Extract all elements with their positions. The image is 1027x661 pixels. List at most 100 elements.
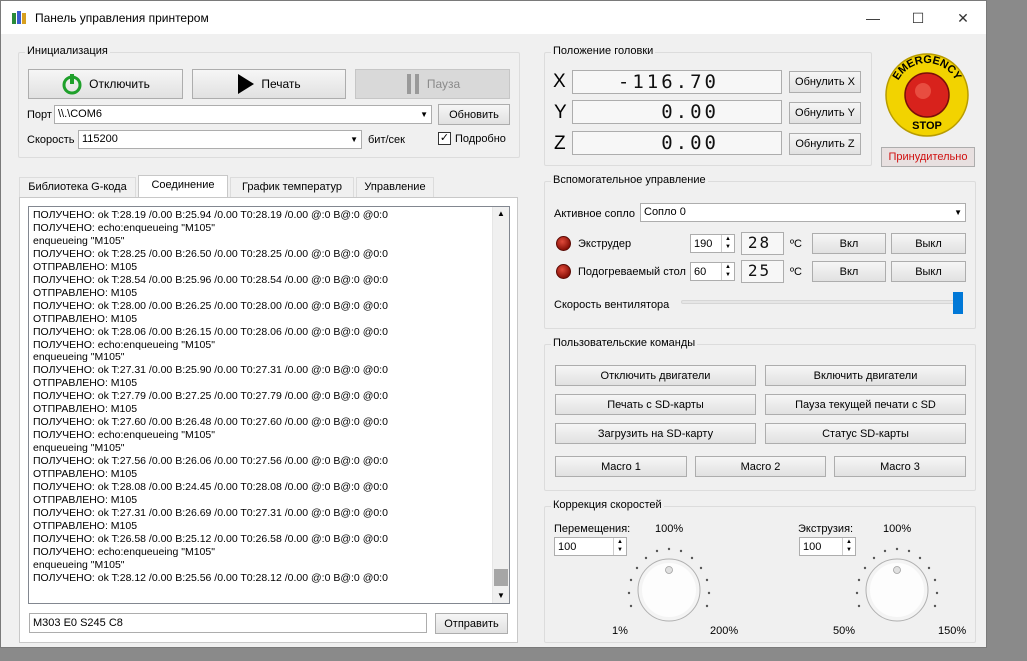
- move-speed-center-pct: 100%: [655, 523, 684, 535]
- scroll-down-icon[interactable]: ▼: [497, 591, 505, 600]
- spin-arrows-icon[interactable]: ▲ ▼: [721, 235, 734, 252]
- sd-status-label: Статус SD-карты: [822, 427, 909, 440]
- log-line: ПОЛУЧЕНО: ok T:26.58 /0.00 B:25.12 /0.00…: [33, 532, 388, 545]
- move-speed-value: 100: [558, 541, 577, 553]
- tab-connection[interactable]: Соединение: [138, 175, 228, 197]
- log-line: ОТПРАВЛЕНО: M105: [33, 377, 138, 390]
- init-group-title: Инициализация: [25, 45, 110, 57]
- force-button[interactable]: Принудительно: [881, 147, 975, 167]
- pause-sd-print-label: Пауза текущей печати с SD: [795, 398, 936, 411]
- upload-to-sd-button[interactable]: Загрузить на SD-карту: [555, 423, 756, 444]
- disable-motors-button[interactable]: Отключить двигатели: [555, 365, 756, 386]
- fan-speed-slider[interactable]: [681, 300, 963, 304]
- scroll-thumb[interactable]: [494, 569, 508, 586]
- axis-z-readout: 0.00: [572, 131, 782, 155]
- log-line: ПОЛУЧЕНО: ok T:28.06 /0.00 B:26.15 /0.00…: [33, 325, 388, 338]
- checkmark-icon: ✓: [439, 132, 450, 144]
- print-button[interactable]: Печать: [192, 69, 346, 99]
- send-label: Отправить: [444, 617, 499, 630]
- reset-y-label: Обнулить Y: [795, 107, 855, 119]
- scroll-up-icon[interactable]: ▲: [497, 209, 505, 218]
- log-line: ОТПРАВЛЕНО: M105: [33, 493, 138, 506]
- extruder-off-button[interactable]: Выкл: [891, 233, 966, 254]
- log-line: ПОЛУЧЕНО: echo:enqueueing "M105": [33, 429, 215, 442]
- move-speed-spinner[interactable]: 100 ▲ ▼: [554, 537, 627, 556]
- bed-current-readout: 25: [741, 260, 784, 283]
- macro-2-button[interactable]: Macro 2: [695, 456, 826, 477]
- move-speed-knob[interactable]: [626, 546, 712, 626]
- move-speed-max-pct: 200%: [710, 625, 739, 637]
- close-button[interactable]: ✕: [943, 5, 983, 31]
- emergency-bottom-text: STOP: [912, 120, 942, 132]
- emergency-stop-button[interactable]: EMERGENCY STOP: [883, 51, 971, 137]
- reset-y-button[interactable]: Обнулить Y: [789, 102, 861, 124]
- speed-correction-title: Коррекция скоростей: [551, 499, 664, 511]
- baud-select[interactable]: 115200 ▼: [78, 130, 362, 149]
- minimize-button[interactable]: —: [853, 5, 893, 31]
- pause-button[interactable]: Пауза: [355, 69, 510, 99]
- port-label: Порт: [27, 109, 52, 121]
- nozzle-select[interactable]: Сопло 0 ▼: [640, 203, 966, 222]
- fan-speed-thumb[interactable]: [953, 292, 963, 314]
- connection-tab-panel: ПОЛУЧЕНО: ok T:28.19 /0.00 B:25.94 /0.00…: [19, 197, 518, 643]
- axis-x-label: X: [553, 71, 566, 92]
- bed-status-led: [556, 264, 571, 279]
- log-line: ПОЛУЧЕНО: ok T:28.00 /0.00 B:26.25 /0.00…: [33, 299, 388, 312]
- extrude-speed-center-pct: 100%: [883, 523, 912, 535]
- bed-target-spinner[interactable]: 60 ▲ ▼: [690, 262, 735, 281]
- tab-temperature-graph[interactable]: График температур: [230, 177, 354, 197]
- speed-label: Скорость: [27, 134, 75, 146]
- play-icon: [238, 74, 255, 94]
- printer-control-window: Панель управления принтером — ☐ ✕ Инициа…: [0, 0, 987, 648]
- reset-x-button[interactable]: Обнулить X: [789, 71, 861, 93]
- port-select[interactable]: \\.\COM6 ▼: [54, 105, 432, 124]
- disconnect-button[interactable]: Отключить: [28, 69, 183, 99]
- extrude-speed-value: 100: [803, 541, 822, 553]
- reset-z-label: Обнулить Z: [795, 138, 855, 150]
- axis-y-label: Y: [554, 102, 567, 123]
- log-output[interactable]: ПОЛУЧЕНО: ok T:28.19 /0.00 B:25.94 /0.00…: [28, 206, 510, 604]
- log-line: ПОЛУЧЕНО: ok T:28.12 /0.00 B:25.56 /0.00…: [33, 571, 388, 584]
- bed-off-button[interactable]: Выкл: [891, 261, 966, 282]
- extrude-speed-spinner[interactable]: 100 ▲ ▼: [799, 537, 856, 556]
- move-speed-label: Перемещения:: [554, 523, 631, 535]
- log-line: ПОЛУЧЕНО: ok T:28.25 /0.00 B:26.50 /0.00…: [33, 247, 388, 260]
- bed-on-button[interactable]: Вкл: [812, 261, 886, 282]
- bed-off-label: Выкл: [915, 265, 942, 278]
- send-button[interactable]: Отправить: [435, 613, 508, 634]
- log-scrollbar[interactable]: ▲ ▼: [492, 207, 509, 603]
- spin-arrows-icon[interactable]: ▲ ▼: [613, 538, 626, 555]
- log-line: ОТПРАВЛЕНО: M105: [33, 286, 138, 299]
- spin-arrows-icon[interactable]: ▲ ▼: [721, 263, 734, 280]
- pause-icon: [406, 74, 419, 94]
- extruder-label: Экструдер: [578, 238, 632, 250]
- axis-z-label: Z: [554, 133, 566, 154]
- refresh-button[interactable]: Обновить: [438, 104, 510, 125]
- speed-unit: бит/сек: [368, 134, 405, 146]
- disconnect-label: Отключить: [89, 77, 150, 91]
- macro-3-button[interactable]: Macro 3: [834, 456, 966, 477]
- maximize-button[interactable]: ☐: [898, 5, 938, 31]
- tab-gcode-library[interactable]: Библиотека G-кода: [19, 177, 136, 197]
- extruder-on-button[interactable]: Вкл: [812, 233, 886, 254]
- reset-z-button[interactable]: Обнулить Z: [789, 133, 861, 155]
- log-line: enqueueing "M105": [33, 442, 125, 455]
- sd-status-button[interactable]: Статус SD-карты: [765, 423, 966, 444]
- verbose-checkbox[interactable]: ✓: [438, 132, 451, 145]
- log-line: ОТПРАВЛЕНО: M105: [33, 312, 138, 325]
- extruder-target-spinner[interactable]: 190 ▲ ▼: [690, 234, 735, 253]
- window-title: Панель управления принтером: [35, 11, 209, 25]
- verbose-label: Подробно: [455, 133, 506, 145]
- bed-on-label: Вкл: [839, 265, 859, 278]
- enable-motors-button[interactable]: Включить двигатели: [765, 365, 966, 386]
- print-from-sd-button[interactable]: Печать с SD-карты: [555, 394, 756, 415]
- command-input[interactable]: [29, 613, 427, 633]
- extrude-speed-knob[interactable]: [854, 546, 940, 626]
- log-line: ПОЛУЧЕНО: ok T:27.31 /0.00 B:25.90 /0.00…: [33, 364, 388, 377]
- macro-1-button[interactable]: Macro 1: [555, 456, 687, 477]
- tab-control[interactable]: Управление: [356, 177, 434, 197]
- print-label: Печать: [261, 77, 301, 91]
- pause-sd-print-button[interactable]: Пауза текущей печати с SD: [765, 394, 966, 415]
- upload-to-sd-label: Загрузить на SD-карту: [597, 427, 714, 440]
- axis-y-readout: 0.00: [572, 100, 782, 124]
